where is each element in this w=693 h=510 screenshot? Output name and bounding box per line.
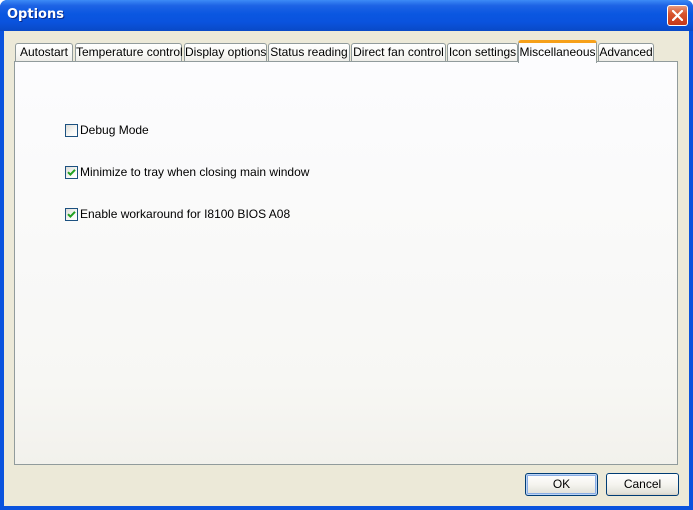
minimize-to-tray-label[interactable]: Minimize to tray when closing main windo… <box>80 165 309 179</box>
close-button[interactable] <box>667 5 688 26</box>
tab-direct-fan-control[interactable]: Direct fan control <box>351 43 446 62</box>
options-dialog: Options Autostart Temperature control Di… <box>0 0 693 510</box>
dialog-body: Autostart Temperature control Display op… <box>4 31 689 506</box>
bios-workaround-checkbox[interactable] <box>65 208 78 221</box>
cancel-button[interactable]: Cancel <box>606 473 679 496</box>
tab-temperature-control[interactable]: Temperature control <box>75 43 183 62</box>
close-icon <box>672 10 683 21</box>
tab-status-reading[interactable]: Status reading <box>268 43 350 62</box>
debug-mode-checkbox[interactable] <box>65 124 78 137</box>
window-title: Options <box>7 7 64 22</box>
tab-advanced[interactable]: Advanced <box>598 43 654 62</box>
checkmark-icon <box>67 169 76 177</box>
minimize-to-tray-checkbox[interactable] <box>65 166 78 179</box>
debug-mode-label[interactable]: Debug Mode <box>80 123 149 137</box>
ok-button[interactable]: OK <box>525 473 598 496</box>
tab-autostart[interactable]: Autostart <box>15 43 73 62</box>
tab-icon-settings[interactable]: Icon settings <box>447 43 518 62</box>
tab-panel-miscellaneous: Debug Mode Minimize to tray when closing… <box>14 61 678 465</box>
title-bar[interactable]: Options <box>0 0 693 31</box>
tab-display-options[interactable]: Display options <box>184 43 267 62</box>
tab-miscellaneous[interactable]: Miscellaneous <box>518 40 597 63</box>
bios-workaround-label[interactable]: Enable workaround for I8100 BIOS A08 <box>80 207 290 221</box>
checkmark-icon <box>67 211 76 219</box>
